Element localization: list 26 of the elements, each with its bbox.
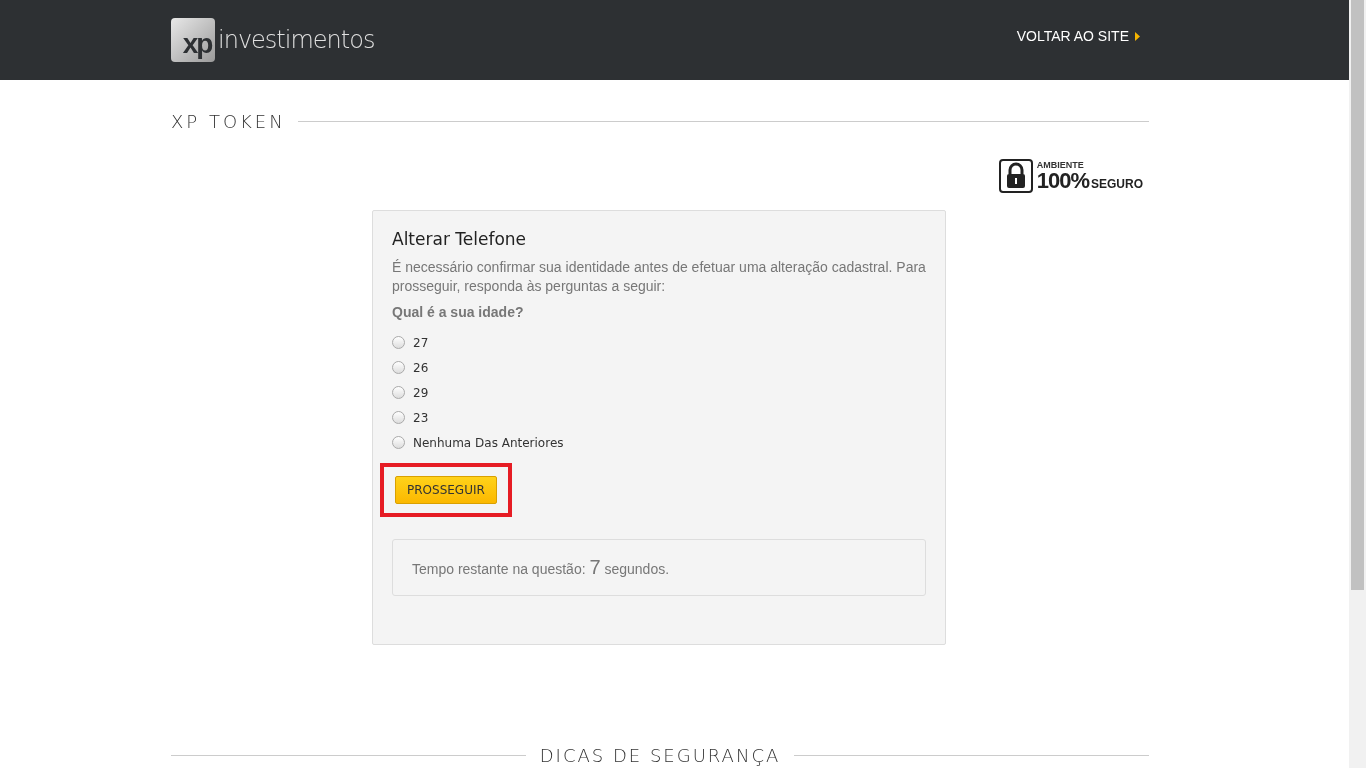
option-label[interactable]: 27 xyxy=(413,335,429,350)
badge-label: SEGURO xyxy=(1091,177,1143,191)
radio-button[interactable] xyxy=(392,386,405,399)
option-label[interactable]: Nenhuma Das Anteriores xyxy=(413,435,564,450)
radio-button[interactable] xyxy=(392,361,405,374)
option-label[interactable]: 26 xyxy=(413,360,429,375)
radio-button[interactable] xyxy=(392,436,405,449)
option-label[interactable]: 29 xyxy=(413,385,429,400)
badge-label: AMBIENTE xyxy=(1036,160,1085,170)
continue-button[interactable]: PROSSEGUIR xyxy=(395,476,497,504)
scrollbar[interactable] xyxy=(1349,0,1366,768)
back-to-site-link[interactable]: VOLTAR AO SITE xyxy=(1016,28,1140,44)
card-description: É necessário confirmar sua identidade antes de efetuar uma alteração cadastral. Para prosseguir, responda às perguntas a seguir: xyxy=(392,258,926,296)
radio-button[interactable] xyxy=(392,411,405,424)
section-title: DICAS DE SEGURANÇA xyxy=(539,745,781,766)
timer-text: Tempo restante na questão: 7 segundos. xyxy=(412,556,671,579)
radio-button[interactable] xyxy=(392,336,405,349)
card-title: Alterar Telefone xyxy=(392,229,528,249)
section-title: XP TOKEN xyxy=(171,111,286,132)
triangle-right-icon xyxy=(1135,31,1140,41)
question-text: Qual é a sua idade? xyxy=(392,304,525,320)
logo-text: investimentos xyxy=(218,26,375,54)
logo-mark: xp xyxy=(171,18,215,62)
badge-percent: 100% xyxy=(1036,170,1089,192)
option-label[interactable]: 23 xyxy=(413,410,429,425)
padlock-icon xyxy=(998,159,1033,193)
